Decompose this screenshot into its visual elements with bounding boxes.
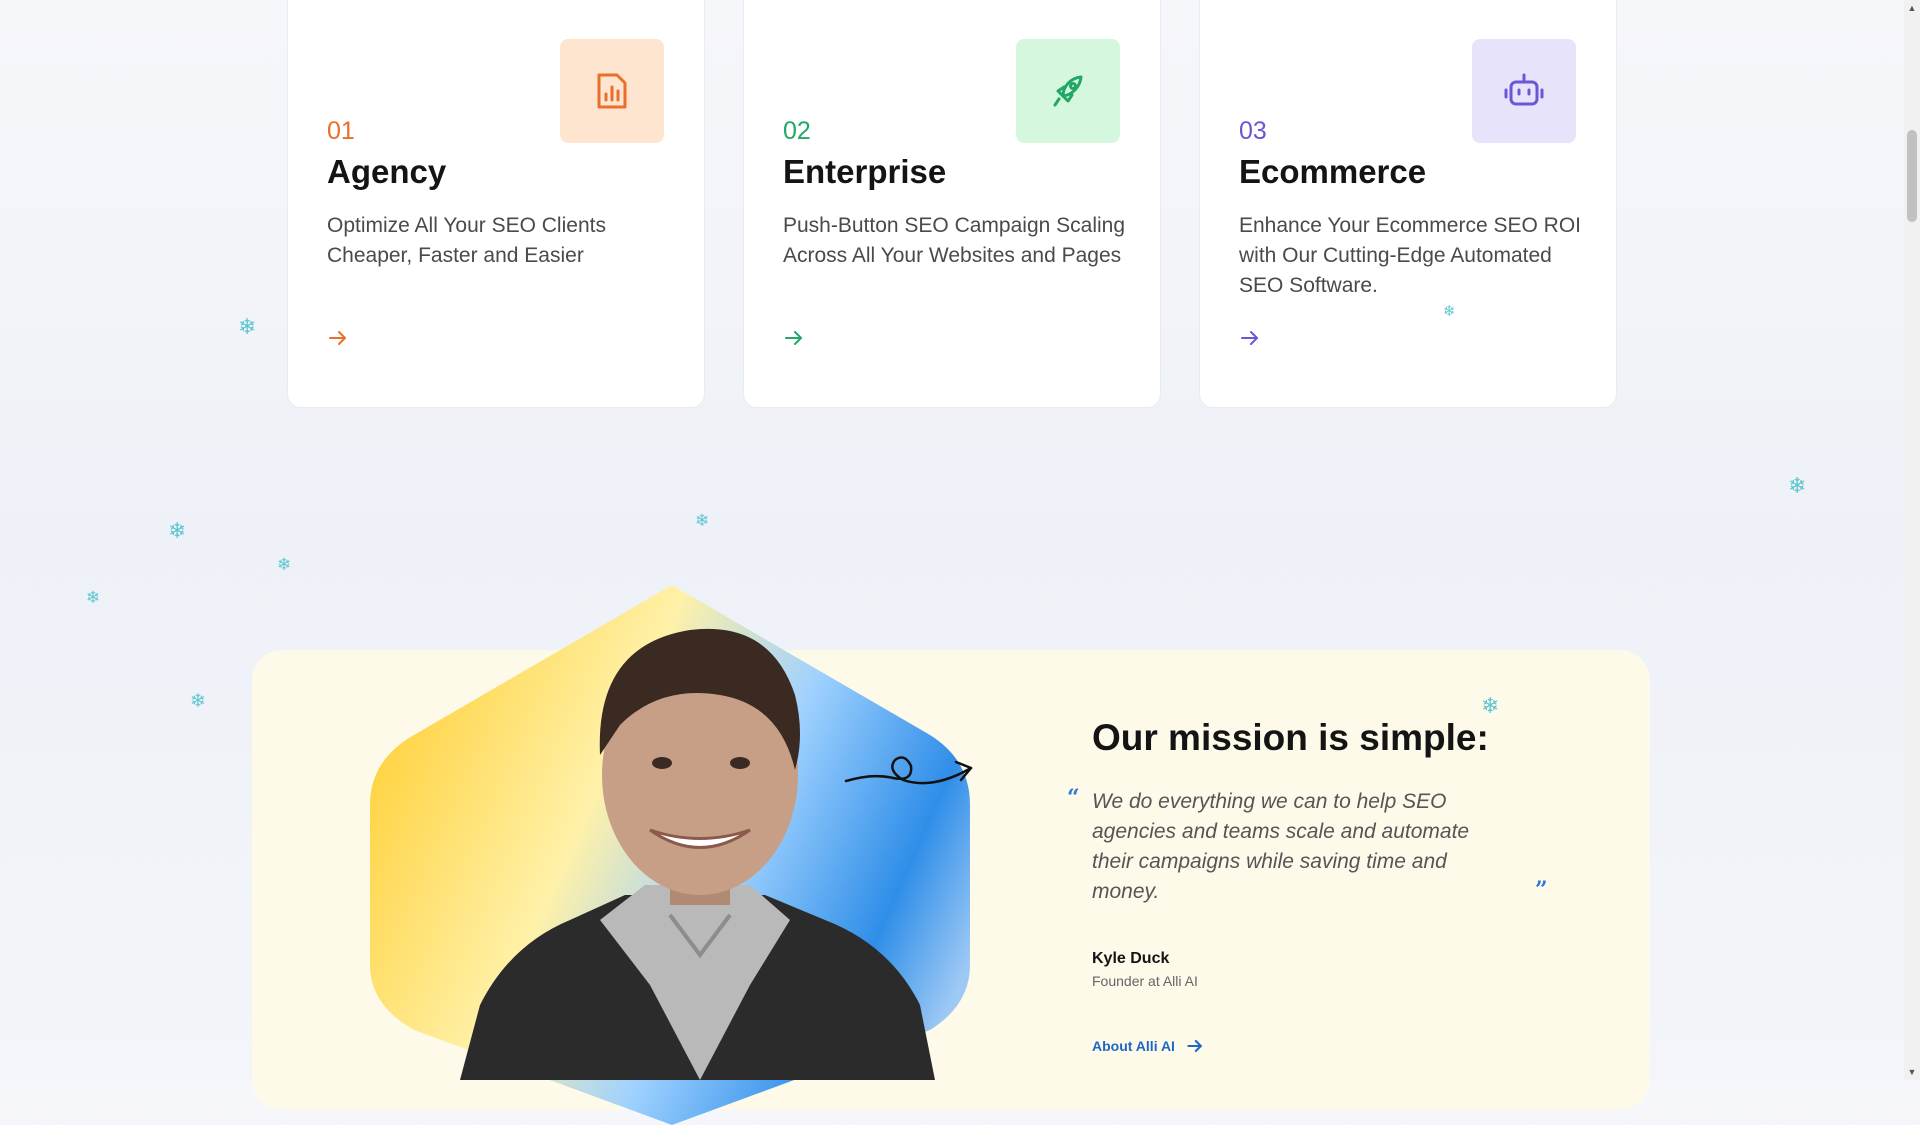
mission-title: Our mission is simple: bbox=[1092, 717, 1489, 758]
card-number: 01 bbox=[327, 117, 355, 145]
quote-close-icon: ” bbox=[1535, 877, 1548, 903]
arrow-right-icon[interactable] bbox=[326, 326, 350, 350]
card-enterprise[interactable]: 02 Enterprise Push-Button SEO Campaign S… bbox=[743, 0, 1161, 408]
author-role: Founder at Alli AI bbox=[1092, 973, 1198, 989]
card-number: 02 bbox=[783, 117, 811, 145]
scrollbar-thumb[interactable] bbox=[1907, 130, 1917, 222]
card-agency[interactable]: 01 Agency Optimize All Your SEO Clients … bbox=[287, 0, 705, 408]
robot-icon bbox=[1504, 73, 1544, 106]
scroll-up-icon[interactable]: ▲ bbox=[1904, 0, 1920, 16]
snowflake-icon: ❄ bbox=[1443, 303, 1456, 320]
arrow-right-icon[interactable] bbox=[782, 326, 806, 350]
founder-photo bbox=[460, 628, 935, 1080]
card-description: Enhance Your Ecommerce SEO ROI with Our … bbox=[1239, 214, 1581, 297]
snowflake-icon: ❄ bbox=[1481, 693, 1500, 718]
scrollbar[interactable]: ▲ ▼ bbox=[1904, 0, 1920, 1080]
card-title: Enterprise bbox=[783, 153, 947, 190]
snowflake-icon: ❄ bbox=[695, 511, 710, 530]
card-description: Push-Button SEO Campaign Scaling Across … bbox=[783, 214, 1126, 267]
about-alli-ai-link[interactable]: About Alli AI bbox=[1092, 1036, 1205, 1056]
quote-open-icon: “ bbox=[1067, 785, 1080, 811]
arrow-right-icon[interactable] bbox=[1238, 326, 1262, 350]
snowflake-icon: ❄ bbox=[168, 518, 187, 543]
mission-quote: We do everything we can to help SEO agen… bbox=[1092, 790, 1470, 903]
about-link-label[interactable]: About Alli AI bbox=[1092, 1038, 1175, 1054]
rocket-icon bbox=[1053, 75, 1083, 107]
snowflake-icon: ❄ bbox=[238, 314, 257, 339]
card-ecommerce[interactable]: 03 Ecommerce Enhance Your Ecommerce SEO … bbox=[1199, 0, 1617, 408]
author-name: Kyle Duck bbox=[1092, 950, 1170, 967]
robot-icon-box bbox=[1472, 39, 1576, 143]
squiggle-arrow-icon bbox=[844, 756, 973, 785]
card-description: Optimize All Your SEO Clients Cheaper, F… bbox=[327, 214, 606, 267]
snowflake-icon: ❄ bbox=[190, 691, 206, 712]
arrow-right-icon[interactable] bbox=[1185, 1036, 1205, 1056]
rocket-icon-box bbox=[1016, 39, 1120, 143]
scroll-down-icon[interactable]: ▼ bbox=[1904, 1064, 1920, 1080]
card-title: Ecommerce bbox=[1239, 153, 1427, 190]
chart-document-icon-box bbox=[560, 39, 664, 143]
snowflake-icon: ❄ bbox=[277, 555, 292, 574]
card-title: Agency bbox=[327, 153, 447, 190]
snowflake-icon: ❄ bbox=[86, 588, 101, 607]
card-number: 03 bbox=[1239, 117, 1267, 145]
snowflake-icon: ❄ bbox=[1788, 473, 1807, 498]
chart-document-icon bbox=[597, 73, 627, 109]
